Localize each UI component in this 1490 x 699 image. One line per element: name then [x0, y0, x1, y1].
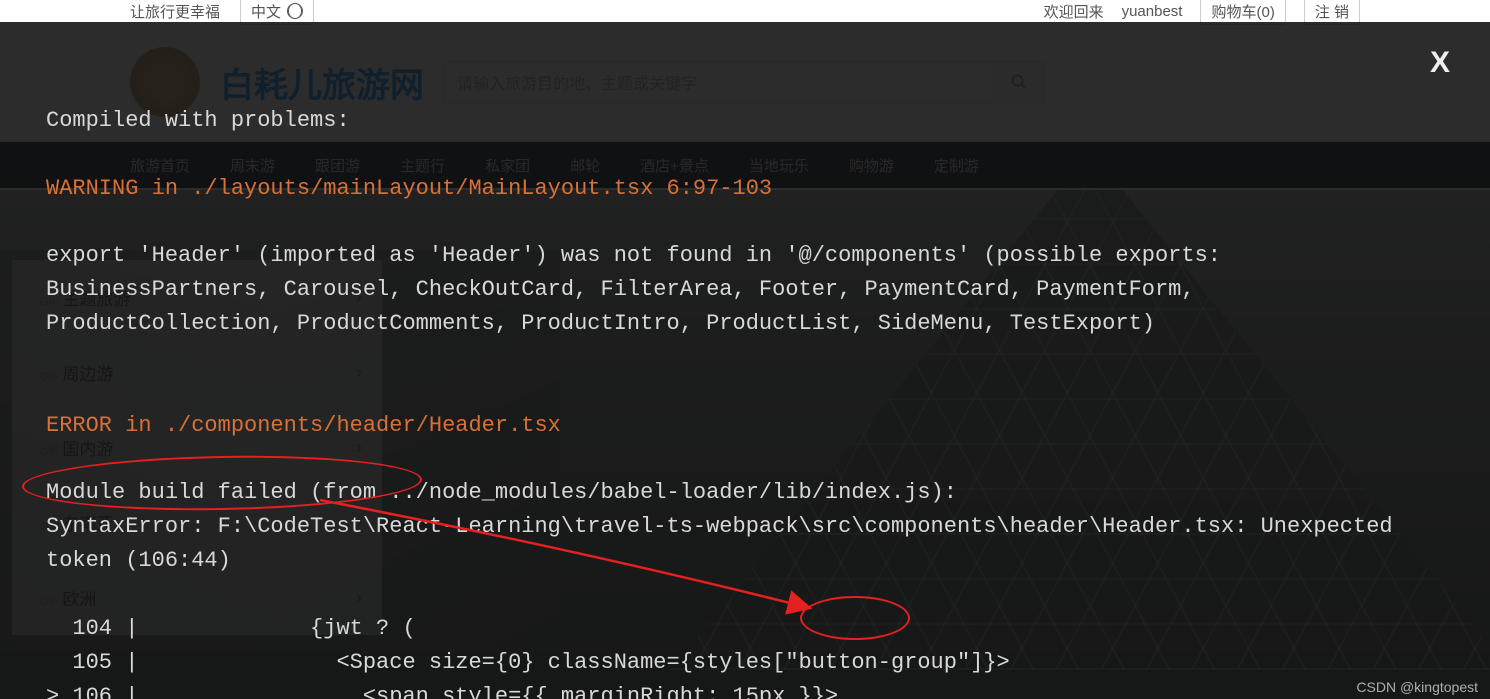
logout-button[interactable]: 注 销 [1304, 0, 1360, 25]
welcome-text: 欢迎回来 [1044, 1, 1104, 22]
slogan: 让旅行更幸福 [130, 1, 220, 22]
language-selector[interactable]: 中文 [240, 0, 314, 25]
warning-body: export 'Header' (imported as 'Header') w… [46, 243, 1234, 336]
globe-icon [287, 3, 303, 19]
code-line-105: 105 | <Space size={0} className={styles[… [46, 650, 1010, 675]
webpack-error-overlay: X Compiled with problems: WARNING in ./l… [0, 22, 1490, 699]
watermark: CSDN @kingtopest [1356, 679, 1478, 695]
close-button[interactable]: X [1430, 40, 1450, 86]
username-text: yuanbest [1122, 3, 1183, 20]
language-label: 中文 [251, 1, 281, 22]
code-line-104: 104 | {jwt ? ( [46, 616, 416, 641]
cart-button[interactable]: 购物车(0) [1200, 0, 1285, 25]
error-heading: ERROR in ./components/header/Header.tsx [46, 413, 561, 438]
error-body-2: SyntaxError: F:\CodeTest\React-Learning\… [46, 514, 1406, 573]
error-body-1: Module build failed (from ../node_module… [46, 480, 957, 505]
warning-heading: WARNING in ./layouts/mainLayout/MainLayo… [46, 176, 772, 201]
code-line-106: > 106 | <span style={{ marginRight: 15px… [46, 684, 838, 699]
compiled-heading: Compiled with problems: [46, 108, 350, 133]
top-bar: 让旅行更幸福 中文 欢迎回来 yuanbest 购物车(0) 注 销 [0, 0, 1490, 22]
